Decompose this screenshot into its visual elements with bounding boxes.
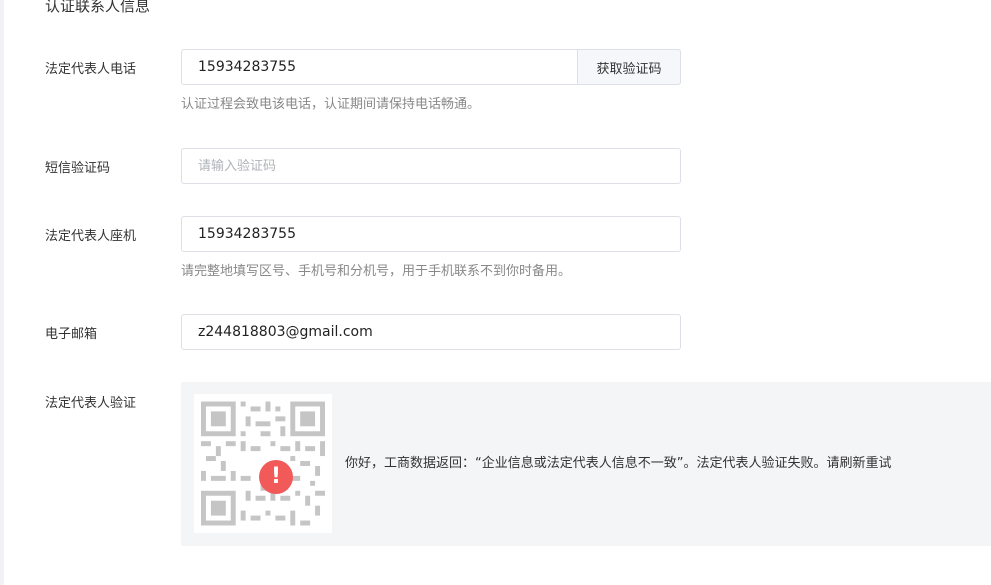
- email-input[interactable]: [181, 314, 681, 350]
- get-code-button[interactable]: 获取验证码: [577, 49, 681, 85]
- verification-panel: ! 你好，工商数据返回：“企业信息或法定代表人信息不一致”。法定代表人验证失败。…: [181, 382, 991, 546]
- landline-input[interactable]: [181, 216, 681, 252]
- warning-icon: !: [259, 460, 293, 494]
- sms-code-input[interactable]: [181, 148, 681, 184]
- left-divider: [0, 0, 4, 585]
- qr-code: !: [194, 394, 332, 533]
- phone-hint: 认证过程会致电该电话，认证期间请保持电话畅通。: [181, 97, 481, 112]
- sms-code-label: 短信验证码: [45, 161, 111, 176]
- refresh-retry-link[interactable]: 刷新重试: [839, 456, 891, 471]
- email-label: 电子邮箱: [45, 327, 98, 342]
- verification-message: 你好，工商数据返回：“企业信息或法定代表人信息不一致”。法定代表人验证失败。请刷…: [345, 455, 892, 473]
- phone-input[interactable]: [181, 49, 578, 85]
- landline-label: 法定代表人座机: [45, 229, 137, 244]
- landline-hint: 请完整地填写区号、手机号和分机号，用于手机联系不到你时备用。: [181, 264, 572, 279]
- verification-message-text: 你好，工商数据返回：“企业信息或法定代表人信息不一致”。法定代表人验证失败。请: [345, 456, 840, 471]
- phone-label: 法定代表人电话: [45, 62, 137, 77]
- qr-code-icon: [201, 401, 325, 526]
- section-title: 认证联系人信息: [45, 0, 151, 15]
- contact-verification-page: 认证联系人信息 法定代表人电话 获取验证码 认证过程会致电该电话，认证期间请保持…: [0, 0, 991, 585]
- verification-label: 法定代表人验证: [45, 396, 137, 411]
